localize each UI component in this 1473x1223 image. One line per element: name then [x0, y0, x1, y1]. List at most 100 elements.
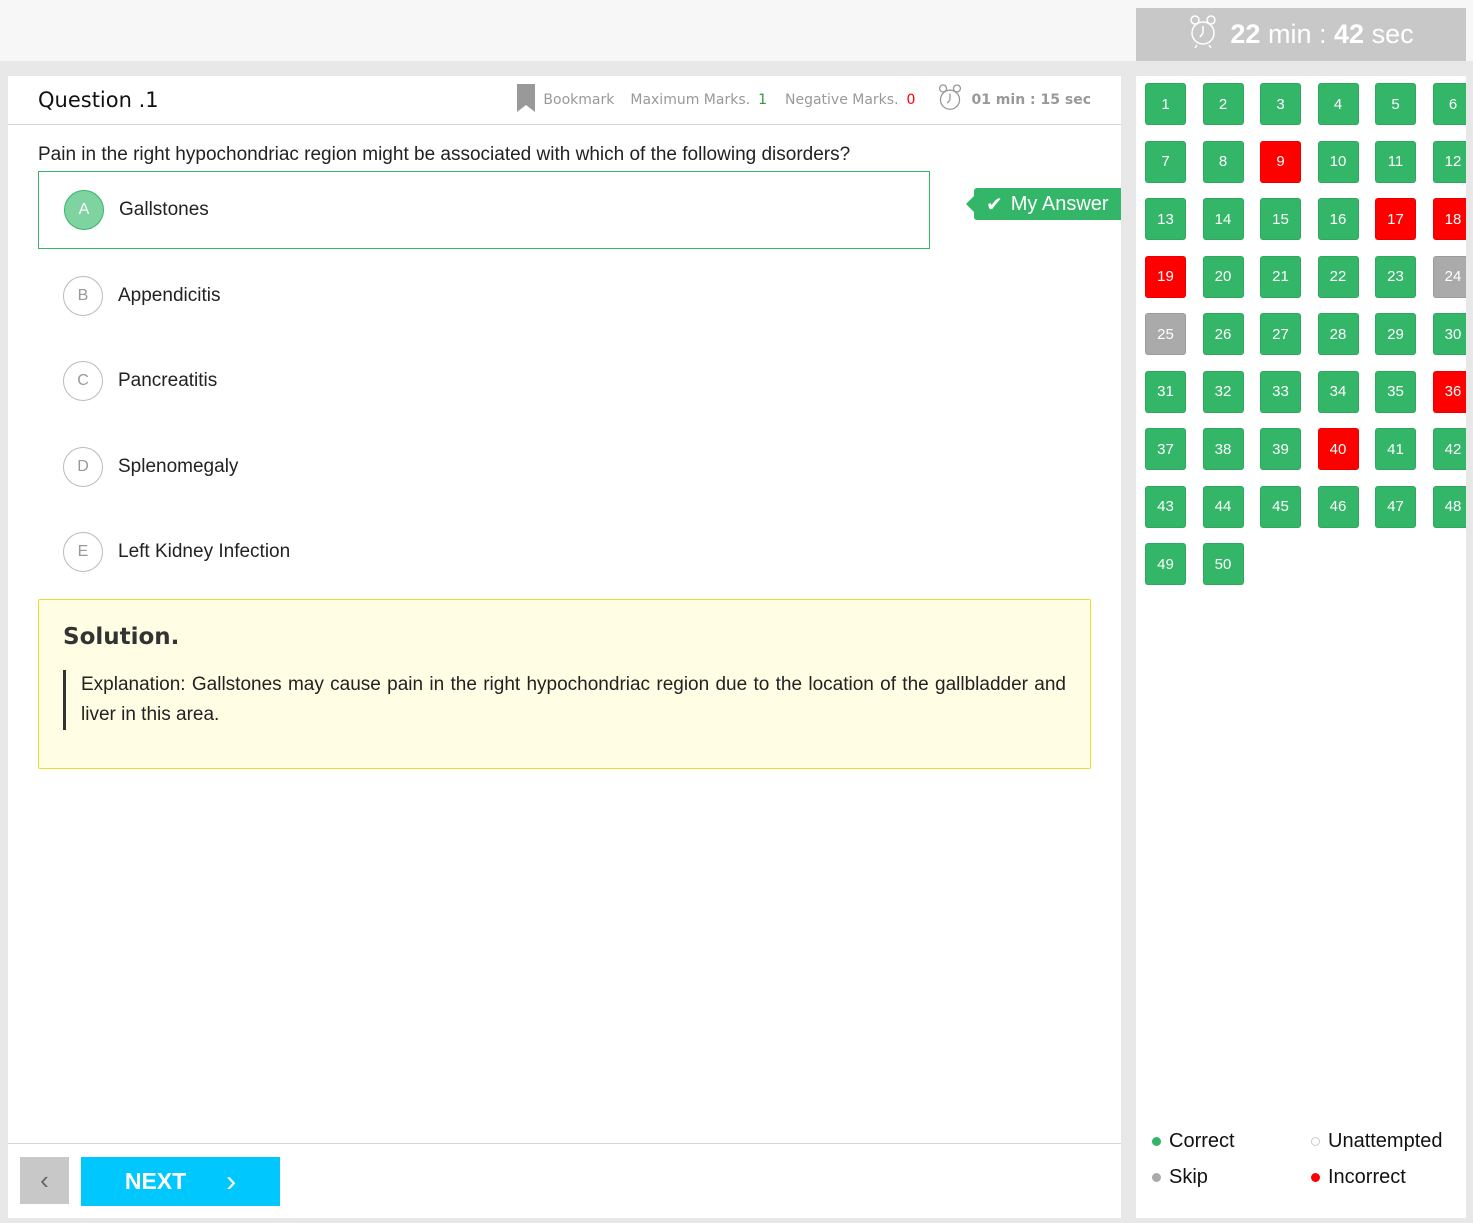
palette-question-11[interactable]: 11	[1375, 140, 1416, 183]
palette-question-30[interactable]: 30	[1432, 313, 1466, 355]
palette-question-7[interactable]: 7	[1145, 140, 1186, 183]
palette-question-35[interactable]: 35	[1375, 370, 1416, 413]
question-palette: 1 2 3 4 5 6 7 8 9 10 11 12 13 14 15 16 17 18 19 20 21 22 23 24 2…	[1136, 76, 1466, 1218]
legend-correct: Correct	[1152, 1130, 1235, 1153]
palette-question-39[interactable]: 39	[1260, 428, 1301, 470]
check-icon: ✔	[986, 193, 1003, 216]
palette-question-21[interactable]: 21	[1260, 255, 1301, 298]
legend-skip: Skip	[1152, 1166, 1208, 1189]
palette-question-46[interactable]: 46	[1317, 485, 1359, 528]
legend-unattempted: Unattempted	[1311, 1130, 1443, 1153]
legend-label: Correct	[1169, 1130, 1235, 1152]
palette-question-17[interactable]: 17	[1375, 198, 1416, 240]
palette-question-4[interactable]: 4	[1317, 83, 1359, 125]
palette-question-37[interactable]: 37	[1145, 428, 1186, 470]
option-text: Left Kidney Infection	[118, 541, 291, 562]
palette-question-10[interactable]: 10	[1317, 140, 1359, 183]
alarm-clock-icon	[937, 83, 963, 117]
red-dot-icon	[1311, 1173, 1320, 1182]
question-title: Question .1	[38, 88, 159, 112]
legend-incorrect: Incorrect	[1311, 1166, 1406, 1189]
next-button[interactable]: NEXT ›	[81, 1157, 280, 1206]
palette-question-13[interactable]: 13	[1145, 198, 1186, 240]
palette-question-9[interactable]: 9	[1260, 140, 1301, 183]
option-text: Gallstones	[119, 199, 209, 220]
palette-question-36[interactable]: 36	[1432, 370, 1466, 413]
palette-question-15[interactable]: 15	[1260, 198, 1301, 240]
green-dot-icon	[1152, 1137, 1161, 1146]
previous-button[interactable]: ‹	[20, 1157, 69, 1204]
palette-question-38[interactable]: 38	[1202, 428, 1244, 470]
option-text: Appendicitis	[118, 284, 221, 306]
palette-question-33[interactable]: 33	[1260, 370, 1301, 413]
palette-question-32[interactable]: 32	[1202, 370, 1244, 413]
option-d[interactable]: D Splenomegaly	[38, 428, 930, 506]
alarm-clock-icon	[1188, 14, 1218, 55]
option-text: Pancreatitis	[118, 370, 218, 391]
palette-question-16[interactable]: 16	[1317, 198, 1359, 240]
palette-question-12[interactable]: 12	[1432, 140, 1466, 183]
palette-question-23[interactable]: 23	[1375, 255, 1416, 298]
legend-label: Unattempted	[1328, 1130, 1443, 1152]
palette-question-8[interactable]: 8	[1202, 140, 1244, 183]
option-c[interactable]: C Pancreatitis	[38, 342, 930, 420]
timer-sec-label: sec	[1371, 19, 1414, 49]
exam-timer: 22 min : 42 sec	[1136, 8, 1466, 61]
palette-question-25[interactable]: 25	[1145, 313, 1186, 355]
option-a[interactable]: A Gallstones	[38, 171, 930, 249]
solution-box: Solution. Explanation: Gallstones may ca…	[38, 599, 1091, 769]
max-marks-value: 1	[758, 92, 767, 108]
palette-question-44[interactable]: 44	[1202, 485, 1244, 528]
my-answer-label: My Answer	[1010, 192, 1109, 215]
palette-question-42[interactable]: 42	[1432, 428, 1466, 470]
palette-question-40[interactable]: 40	[1317, 428, 1359, 470]
option-letter: E	[63, 532, 103, 572]
bookmark-button[interactable]: Bookmark	[543, 92, 614, 108]
palette-question-49[interactable]: 49	[1145, 543, 1186, 585]
palette-question-18[interactable]: 18	[1432, 198, 1466, 240]
palette-question-26[interactable]: 26	[1202, 313, 1244, 355]
bookmark-icon[interactable]	[517, 84, 536, 116]
neg-marks-value: 0	[906, 92, 916, 108]
palette-question-27[interactable]: 27	[1260, 313, 1301, 355]
palette-question-41[interactable]: 41	[1375, 428, 1416, 470]
palette-question-45[interactable]: 45	[1260, 485, 1301, 528]
palette-question-20[interactable]: 20	[1202, 255, 1244, 298]
palette-question-28[interactable]: 28	[1317, 313, 1359, 355]
palette-question-47[interactable]: 47	[1375, 485, 1416, 528]
palette-question-5[interactable]: 5	[1375, 83, 1416, 125]
palette-question-3[interactable]: 3	[1260, 83, 1301, 125]
palette-question-6[interactable]: 6	[1432, 83, 1466, 125]
grey-dot-icon	[1152, 1173, 1161, 1182]
option-e[interactable]: E Left Kidney Infection	[38, 513, 930, 591]
solution-text: Explanation: Gallstones may cause pain i…	[63, 670, 1066, 730]
timer-min-label: min :	[1267, 19, 1327, 49]
next-label: NEXT	[124, 1168, 187, 1194]
question-text: Pain in the right hypochondriac region m…	[38, 144, 851, 165]
palette-question-19[interactable]: 19	[1145, 255, 1186, 298]
timer-seconds: 42	[1334, 19, 1365, 49]
chevron-right-icon: ›	[226, 1164, 237, 1198]
palette-question-29[interactable]: 29	[1375, 313, 1416, 355]
palette-question-2[interactable]: 2	[1202, 83, 1244, 125]
option-b[interactable]: B Appendicitis	[38, 257, 930, 335]
option-letter: D	[63, 446, 103, 487]
palette-question-34[interactable]: 34	[1317, 370, 1359, 413]
palette-question-50[interactable]: 50	[1202, 543, 1244, 585]
question-panel: Question .1 Bookmark Maximum Marks. 1 Ne…	[8, 76, 1121, 1218]
neg-marks-label: Negative Marks.	[784, 92, 899, 108]
timer-minutes: 22	[1230, 19, 1261, 49]
legend-label: Incorrect	[1328, 1166, 1406, 1188]
empty-dot-icon	[1311, 1137, 1320, 1146]
palette-question-31[interactable]: 31	[1145, 370, 1186, 413]
palette-question-24[interactable]: 24	[1432, 255, 1466, 298]
palette-question-43[interactable]: 43	[1145, 485, 1186, 528]
palette-question-1[interactable]: 1	[1145, 83, 1186, 125]
palette-question-22[interactable]: 22	[1317, 255, 1359, 298]
option-text: Splenomegaly	[118, 455, 239, 477]
question-time: 01 min : 15 sec	[971, 92, 1091, 108]
legend-label: Skip	[1169, 1166, 1208, 1188]
palette-question-48[interactable]: 48	[1432, 485, 1466, 528]
option-letter: C	[63, 361, 103, 401]
palette-question-14[interactable]: 14	[1202, 198, 1244, 240]
